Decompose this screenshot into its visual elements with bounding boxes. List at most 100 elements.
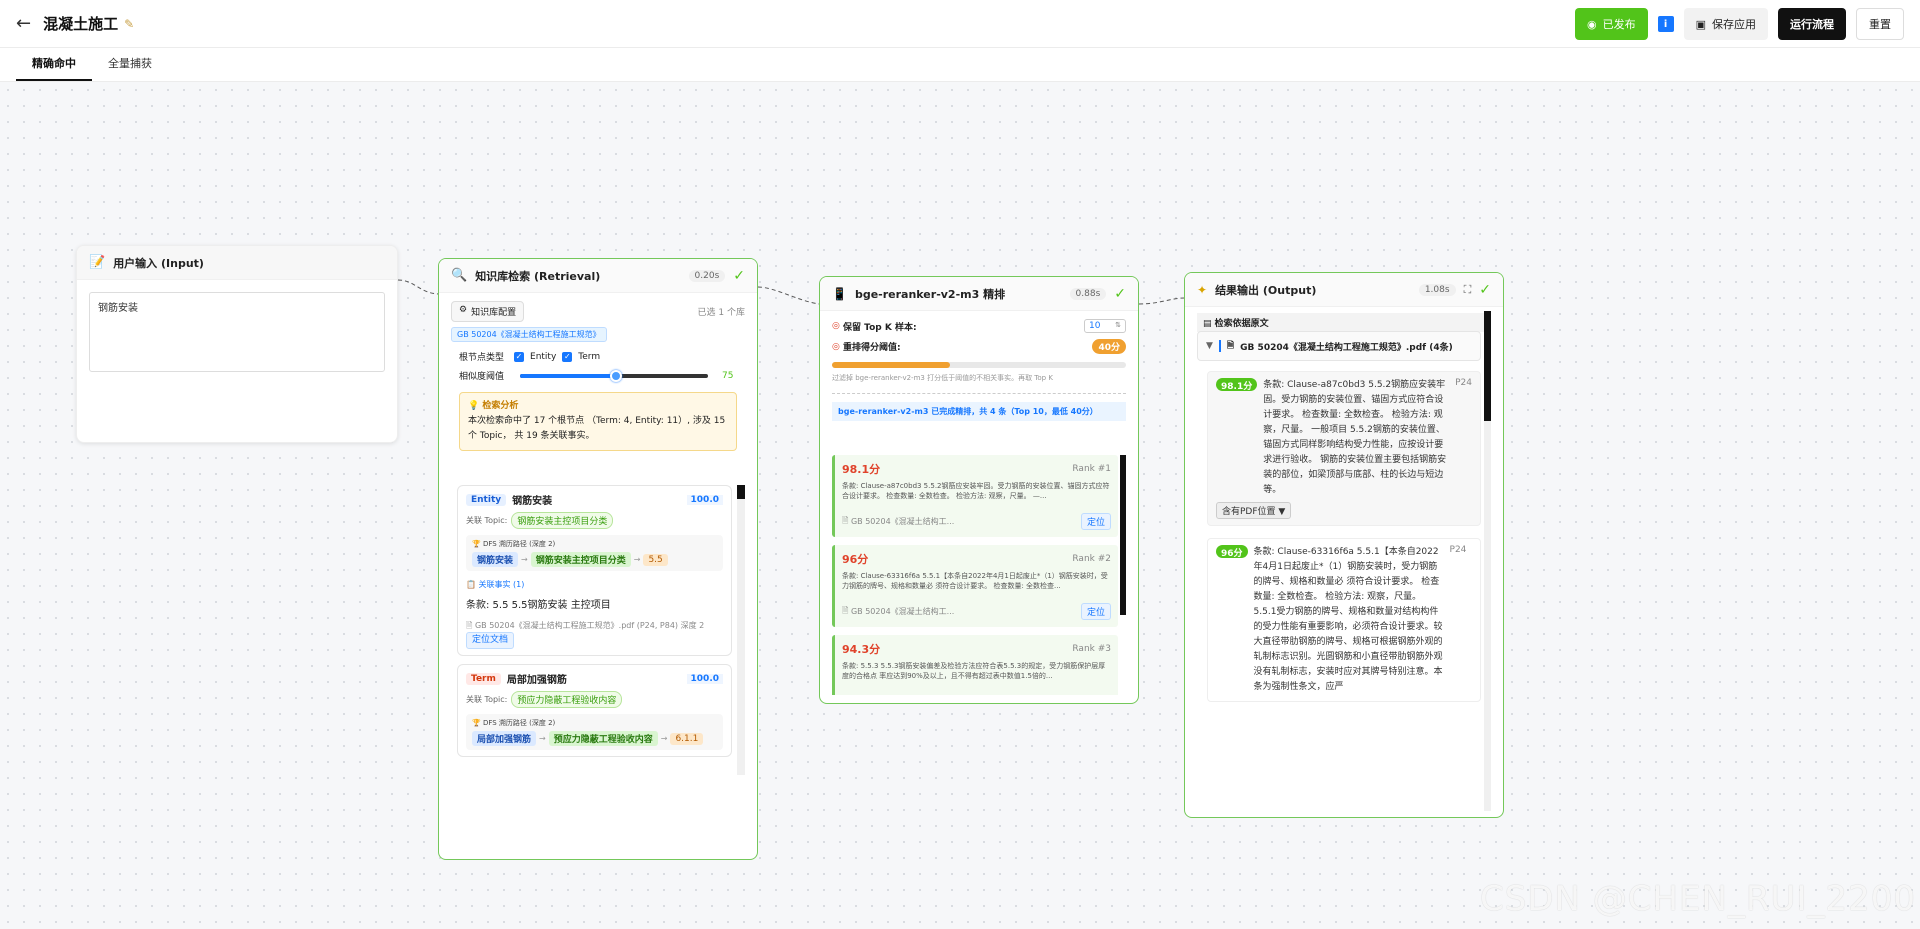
- section-label: 检索依据原文: [1214, 319, 1269, 329]
- flow-canvas[interactable]: 📝 用户输入 (Input) 钢筋安装 🔍 知识库检索 (Retrieval) …: [0, 82, 1920, 929]
- similarity-slider[interactable]: [520, 369, 709, 382]
- watermark: CSDN @CHEN_RUI_2200: [1479, 879, 1916, 919]
- scrollbar[interactable]: [1120, 455, 1126, 615]
- result-card[interactable]: Entity 钢筋安装 100.0 关联 Topic: 钢筋安装主控项目分类 🏆…: [457, 485, 732, 656]
- save-icon: ▣: [1695, 17, 1706, 31]
- file-icon: 🗎: [842, 605, 849, 615]
- reset-label: 重置: [1869, 18, 1891, 31]
- fact-text: 条款: 5.5 5.5钢筋安装 主控项目: [466, 600, 611, 611]
- retrieval-node-title: 知识库检索 (Retrieval): [475, 269, 601, 283]
- path-node: 预应力隐蔽工程验收内容: [548, 731, 658, 746]
- topic-label: 关联 Topic:: [466, 695, 508, 704]
- slider-handle[interactable]: [609, 369, 622, 382]
- topic-chip[interactable]: 钢筋安装主控项目分类: [511, 512, 614, 529]
- document-group-header[interactable]: ▼ 🗎 GB 50204《混凝土结构工程施工规范》.pdf (4条): [1197, 331, 1481, 361]
- scrollbar-track[interactable]: [1484, 421, 1491, 811]
- scrollbar[interactable]: [1484, 311, 1491, 421]
- output-time-badge: 1.08s: [1418, 283, 1456, 296]
- entity-checkbox[interactable]: ✓: [514, 351, 525, 362]
- success-check-icon: ✓: [1114, 285, 1126, 302]
- back-arrow-icon[interactable]: ←: [16, 13, 31, 34]
- trophy-icon: 🏆: [472, 540, 481, 548]
- output-score-badge: 98.1分: [1216, 378, 1258, 392]
- kb-selected-count: 已选 1 个库: [697, 308, 745, 318]
- rerank-score: 98.1分: [842, 463, 881, 476]
- success-check-icon: ✓: [733, 267, 745, 284]
- locate-button[interactable]: 定位: [1080, 513, 1111, 530]
- rerank-rank: Rank #2: [1072, 554, 1111, 564]
- collapse-arrow-icon[interactable]: ▼: [1206, 341, 1213, 351]
- retrieval-node[interactable]: 🔍 知识库检索 (Retrieval) 0.20s ✓ ⚙ 知识库配置 已选 1…: [438, 258, 758, 860]
- edit-pencil-icon[interactable]: ✎: [124, 17, 134, 31]
- similarity-value: 75: [722, 370, 734, 381]
- arrow-icon: →: [633, 555, 641, 564]
- kb-config-button[interactable]: ⚙ 知识库配置: [451, 301, 525, 322]
- sparkle-icon: ✦: [1197, 282, 1208, 297]
- entity-label: Entity: [530, 351, 557, 362]
- topk-input[interactable]: 10 ⇅: [1084, 319, 1126, 333]
- locate-document-button[interactable]: 定位文档: [466, 632, 515, 649]
- tab-full-capture[interactable]: 全量捕获: [92, 48, 168, 81]
- result-card[interactable]: Term 局部加强钢筋 100.0 关联 Topic: 预应力隐蔽工程验收内容 …: [457, 664, 732, 757]
- trophy-icon: 🏆: [472, 719, 481, 727]
- expand-icon[interactable]: ⛶: [1464, 283, 1472, 297]
- rerank-item[interactable]: 96分 Rank #2 条款: Clause-63316f6a 5.5.1【本条自…: [832, 545, 1118, 627]
- spinner-icon[interactable]: ⇅: [1115, 321, 1121, 331]
- output-page: P24: [1455, 378, 1472, 388]
- result-score: 100.0: [686, 494, 723, 505]
- rerank-item[interactable]: 94.3分 Rank #3 条款: 5.5.3 5.5.3钢筋安装偏差及检验方法应…: [832, 635, 1118, 695]
- rerank-source: GB 50204《混凝土结构工...: [850, 517, 955, 526]
- rerank-rank: Rank #1: [1072, 464, 1111, 474]
- run-flow-button[interactable]: 运行流程: [1778, 8, 1846, 40]
- path-node: 5.5: [643, 553, 668, 566]
- scrollbar[interactable]: [737, 485, 745, 775]
- output-text: 条款: Clause-63316f6a 5.5.1【本条自2022年4月1日起废…: [1253, 547, 1443, 692]
- locate-button[interactable]: 定位: [1080, 603, 1111, 620]
- output-content[interactable]: ▼ 🗎 GB 50204《混凝土结构工程施工规范》.pdf (4条) 98.1分…: [1197, 331, 1481, 811]
- rerank-rank: Rank #3: [1072, 644, 1111, 654]
- topic-chip[interactable]: 预应力隐蔽工程验收内容: [511, 691, 623, 708]
- output-page: P24: [1449, 545, 1467, 555]
- info-button[interactable]: i: [1657, 16, 1674, 32]
- file-icon: 🗎: [1226, 341, 1235, 351]
- publish-status-button[interactable]: ◉ 已发布: [1574, 8, 1648, 40]
- kb-tag[interactable]: GB 50204《混凝土结构工程施工规范》: [451, 327, 607, 342]
- term-checkbox[interactable]: ✓: [562, 351, 573, 362]
- output-item[interactable]: 96分 条款: Clause-63316f6a 5.5.1【本条自2022年4月…: [1207, 538, 1481, 702]
- rerank-results-list[interactable]: 98.1分 Rank #1 条款: Clause-a87c0bd3 5.5.2钢筋…: [832, 455, 1118, 695]
- edge-input-retrieval: [397, 279, 441, 295]
- output-node-title: 结果输出 (Output): [1215, 283, 1317, 297]
- term-label: Term: [578, 351, 601, 362]
- rerank-score: 96分: [842, 553, 869, 566]
- pdf-location-dropdown[interactable]: 含有PDF位置 ▼: [1216, 502, 1292, 519]
- path-node: 钢筋安装: [472, 552, 519, 567]
- reset-button[interactable]: 重置: [1856, 8, 1904, 40]
- rerank-time-badge: 0.88s: [1069, 287, 1107, 300]
- similarity-label: 相似度阈值: [459, 372, 505, 382]
- gear-icon: ⚙: [459, 305, 468, 315]
- input-node[interactable]: 📝 用户输入 (Input) 钢筋安装: [76, 245, 398, 443]
- arrow-icon: →: [539, 734, 546, 743]
- facts-label: 关联事实 (1): [478, 580, 525, 589]
- output-node[interactable]: ✦ 结果输出 (Output) 1.08s ⛶ ✓ ▤ 检索依据原文 ▼ 🗎 G…: [1184, 272, 1504, 818]
- document-icon: 📋: [466, 580, 476, 589]
- retrieval-time-badge: 0.20s: [688, 269, 726, 282]
- save-app-button[interactable]: ▣ 保存应用: [1683, 8, 1768, 40]
- query-input[interactable]: 钢筋安装: [89, 292, 385, 372]
- analysis-text: 本次检索命中了 17 个根节点 （Term: 4, Entity: 11）, 涉…: [468, 416, 726, 441]
- output-item[interactable]: 98.1分 条款: Clause-a87c0bd3 5.5.2钢筋应安装牢固。受…: [1207, 371, 1481, 526]
- publish-label: 已发布: [1602, 18, 1636, 31]
- path-node: 6.1.1: [670, 732, 704, 745]
- path-node: 钢筋安装主控项目分类: [530, 552, 631, 567]
- rerank-text: 条款: Clause-a87c0bd3 5.5.2钢筋应安装牢固。受力钢筋的安装…: [842, 482, 1110, 500]
- dfs-label: DFS 溯历路径 (深度 2): [482, 540, 556, 548]
- rerank-item[interactable]: 98.1分 Rank #1 条款: Clause-a87c0bd3 5.5.2钢筋…: [832, 455, 1118, 537]
- retrieval-results-list[interactable]: Entity 钢筋安装 100.0 关联 Topic: 钢筋安装主控项目分类 🏆…: [457, 485, 732, 855]
- file-icon: 🗎: [466, 621, 473, 630]
- tab-exact-hit[interactable]: 精确命中: [16, 48, 92, 81]
- rerank-node[interactable]: 📱 bge-reranker-v2-m3 精排 0.88s ✓ ◎ 保留 Top…: [819, 276, 1139, 704]
- fact-source: GB 50204《混凝土结构工程施工规范》.pdf (P24, P84) 深度 …: [474, 621, 705, 630]
- search-icon: 🔍: [451, 268, 468, 283]
- run-label: 运行流程: [1790, 18, 1834, 31]
- topk-label: 保留 Top K 样本:: [843, 322, 917, 333]
